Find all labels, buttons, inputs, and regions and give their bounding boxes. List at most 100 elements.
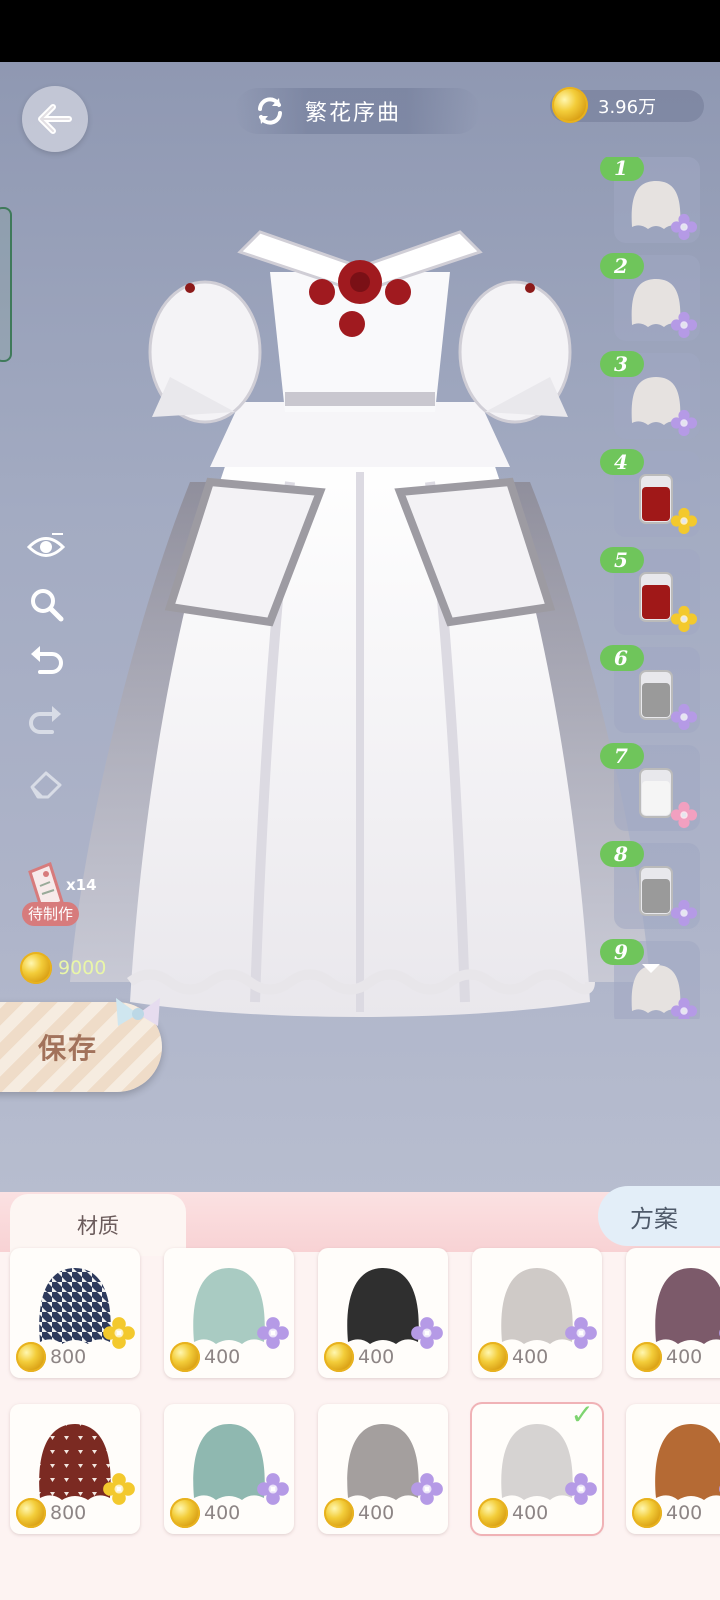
redo-button[interactable] bbox=[26, 700, 66, 740]
coin-icon bbox=[632, 1342, 662, 1372]
rarity-flower-icon bbox=[257, 1317, 289, 1349]
visibility-toggle[interactable] bbox=[26, 527, 66, 567]
rarity-flower-icon bbox=[103, 1473, 135, 1505]
material-card[interactable]: 400 bbox=[164, 1248, 294, 1378]
coin-icon bbox=[16, 1498, 46, 1528]
undo-icon bbox=[31, 646, 63, 674]
layer-list[interactable]: 1 2 3 4 5 6 7 8 9 bbox=[600, 157, 710, 1019]
material-price-value: 400 bbox=[204, 1346, 241, 1368]
material-price: 400 bbox=[324, 1342, 394, 1372]
layer-slot-3[interactable]: 3 bbox=[600, 351, 700, 439]
coin-icon bbox=[478, 1498, 508, 1528]
coin-icon bbox=[552, 87, 588, 123]
coin-icon bbox=[478, 1342, 508, 1372]
material-price: 400 bbox=[478, 1342, 548, 1372]
layer-slot-6[interactable]: 6 bbox=[600, 645, 700, 733]
scroll-down-icon[interactable] bbox=[642, 964, 660, 973]
rarity-flower-icon bbox=[670, 703, 698, 731]
layer-slot-1[interactable]: 1 bbox=[600, 157, 700, 243]
material-card[interactable]: 400 bbox=[318, 1248, 448, 1378]
layer-slot-4[interactable]: 4 bbox=[600, 449, 700, 537]
switch-icon[interactable] bbox=[253, 94, 287, 128]
coin-icon bbox=[20, 952, 52, 984]
material-price-value: 400 bbox=[512, 1346, 549, 1368]
back-button[interactable] bbox=[22, 86, 88, 152]
rarity-flower-icon bbox=[411, 1317, 443, 1349]
eye-icon bbox=[27, 533, 65, 557]
eraser-button[interactable] bbox=[26, 764, 66, 804]
status-bar bbox=[0, 0, 720, 62]
outfit-title: 繁花序曲 bbox=[305, 101, 402, 126]
material-card[interactable]: 400 bbox=[318, 1404, 448, 1534]
dress-stage: 繁花序曲 3.96万 x14 待制作 9000 保存 1 2 3 4 5 6 7… bbox=[0, 62, 720, 1192]
craft-label[interactable]: 待制作 bbox=[22, 902, 80, 926]
rarity-flower-icon bbox=[411, 1473, 443, 1505]
rarity-flower-icon bbox=[670, 605, 698, 633]
coin-icon bbox=[324, 1342, 354, 1372]
material-price-value: 400 bbox=[512, 1502, 549, 1524]
rarity-flower-icon bbox=[565, 1473, 597, 1505]
save-button[interactable]: 保存 bbox=[0, 998, 162, 1092]
rarity-flower-icon bbox=[670, 213, 698, 241]
material-price: 400 bbox=[324, 1498, 394, 1528]
side-drawer-handle[interactable] bbox=[0, 207, 12, 362]
material-price-value: 400 bbox=[666, 1346, 703, 1368]
check-icon: ✓ bbox=[570, 1398, 594, 1431]
tab-material[interactable]: 材质 bbox=[10, 1194, 186, 1256]
ribbon-bow-icon bbox=[116, 998, 160, 1026]
outfit-title-pill[interactable]: 繁花序曲 bbox=[235, 88, 480, 134]
dress-preview bbox=[70, 230, 650, 1017]
layer-slot-2[interactable]: 2 bbox=[600, 253, 700, 341]
material-price: 400 bbox=[632, 1498, 702, 1528]
material-price-value: 400 bbox=[358, 1346, 395, 1368]
undo-button[interactable] bbox=[26, 640, 66, 680]
zoom-icon bbox=[31, 589, 64, 622]
rarity-flower-icon bbox=[670, 507, 698, 535]
rarity-flower-icon bbox=[670, 409, 698, 437]
redo-icon bbox=[29, 706, 61, 734]
material-price-value: 400 bbox=[358, 1502, 395, 1524]
layer-slot-5[interactable]: 5 bbox=[600, 547, 700, 635]
material-panel: 材质 方案 800 400 400 400 400 800 400 400 40… bbox=[0, 1186, 720, 1600]
eraser-icon bbox=[30, 771, 62, 799]
material-price: 400 bbox=[632, 1342, 702, 1372]
zoom-button[interactable] bbox=[26, 584, 66, 624]
material-card[interactable]: 400 bbox=[626, 1248, 720, 1378]
material-price-value: 800 bbox=[50, 1502, 87, 1524]
fabric-swatch-icon bbox=[655, 1268, 720, 1344]
coin-icon bbox=[170, 1342, 200, 1372]
material-price-value: 400 bbox=[666, 1502, 703, 1524]
rarity-flower-icon bbox=[565, 1317, 597, 1349]
material-card[interactable]: 400 ✓ bbox=[472, 1398, 602, 1534]
material-card[interactable]: 400 bbox=[472, 1248, 602, 1378]
coin-balance-value: 3.96万 bbox=[598, 97, 657, 118]
rarity-flower-icon bbox=[670, 997, 698, 1019]
material-price: 400 bbox=[170, 1342, 240, 1372]
coin-icon bbox=[632, 1498, 662, 1528]
save-button-label: 保存 bbox=[38, 1032, 99, 1065]
tab-scheme[interactable]: 方案 bbox=[598, 1186, 720, 1246]
coin-balance: 3.96万 bbox=[550, 87, 704, 123]
fabric-swatch-icon bbox=[655, 1424, 720, 1500]
layer-slot-8[interactable]: 8 bbox=[600, 841, 700, 929]
coin-icon bbox=[170, 1498, 200, 1528]
craft-cost-value: 9000 bbox=[58, 957, 107, 979]
coin-icon bbox=[16, 1342, 46, 1372]
material-card[interactable]: 400 bbox=[626, 1404, 720, 1534]
rarity-flower-icon bbox=[670, 801, 698, 829]
rarity-flower-icon bbox=[257, 1473, 289, 1505]
material-price: 400 bbox=[478, 1498, 548, 1528]
material-card[interactable]: 800 bbox=[10, 1248, 140, 1378]
coin-icon bbox=[324, 1498, 354, 1528]
material-price-value: 400 bbox=[204, 1502, 241, 1524]
material-price: 800 bbox=[16, 1342, 86, 1372]
layer-slot-7[interactable]: 7 bbox=[600, 743, 700, 831]
material-card[interactable]: 800 bbox=[10, 1404, 140, 1534]
material-card[interactable]: 400 bbox=[164, 1404, 294, 1534]
layer-slot-9[interactable]: 9 bbox=[600, 939, 700, 1019]
craft-cost: 9000 bbox=[20, 952, 106, 984]
material-price-value: 800 bbox=[50, 1346, 87, 1368]
material-price: 400 bbox=[170, 1498, 240, 1528]
rarity-flower-icon bbox=[670, 311, 698, 339]
arrow-left-icon bbox=[38, 104, 72, 134]
